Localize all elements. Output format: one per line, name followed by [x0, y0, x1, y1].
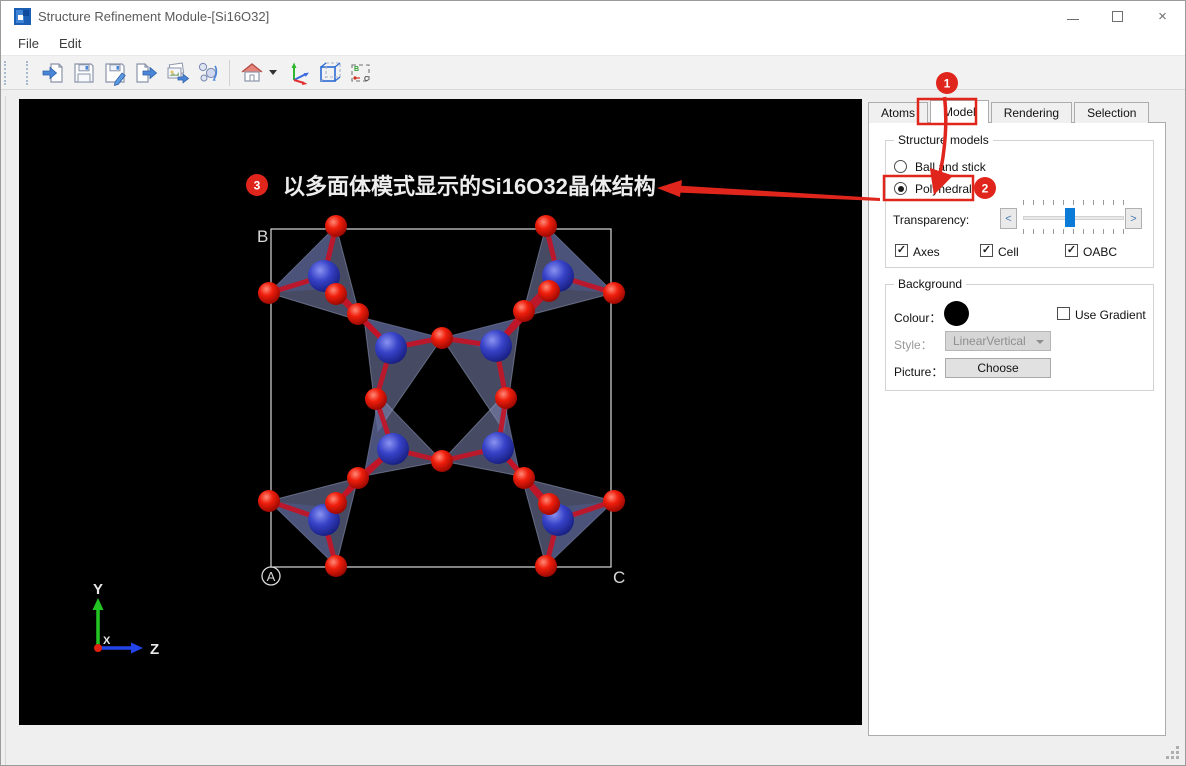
save-icon — [71, 60, 97, 86]
app-logo-icon — [14, 8, 31, 25]
molecule-icon — [195, 60, 221, 86]
radio-polyhedral[interactable] — [894, 182, 907, 195]
home-icon — [239, 60, 265, 86]
home-view-button[interactable] — [236, 58, 267, 88]
axes-checkbox-label[interactable]: Axes — [913, 245, 940, 259]
app-window: Structure Refinement Module-[Si16O32] × … — [0, 0, 1186, 766]
maximize-button[interactable] — [1095, 1, 1140, 31]
window-title: Structure Refinement Module-[Si16O32] — [38, 9, 269, 24]
minimize-icon — [1067, 19, 1079, 20]
save-as-icon — [102, 60, 128, 86]
panel-tab-bar: Atoms Model Rendering Selection — [868, 101, 1151, 123]
resize-grip[interactable] — [1165, 745, 1180, 760]
cell-icon — [317, 60, 343, 86]
colour-swatch[interactable] — [944, 301, 969, 326]
toolbar-gripper-2[interactable] — [26, 61, 31, 85]
export-icon — [133, 60, 159, 86]
ball-and-stick-label[interactable]: Ball and stick — [915, 160, 986, 174]
toolbar-gripper[interactable] — [4, 61, 9, 85]
maximize-icon — [1112, 11, 1123, 22]
slider-ticks-bottom — [1023, 229, 1124, 234]
use-gradient-label[interactable]: Use Gradient — [1075, 308, 1146, 322]
slider-increase-button[interactable]: > — [1125, 208, 1142, 229]
export-image-button[interactable] — [161, 58, 192, 88]
model-tab-page: Structure models Ball and stick Polyhedr… — [868, 122, 1166, 736]
cell-checkbox[interactable]: ✓ — [980, 244, 993, 257]
use-gradient-checkbox[interactable] — [1057, 307, 1070, 320]
svg-text:C: C — [364, 76, 369, 83]
background-title: Background — [894, 277, 966, 291]
x-axis-label: X — [103, 635, 111, 647]
title-bar: Structure Refinement Module-[Si16O32] × — [1, 1, 1185, 31]
transparency-slider-thumb[interactable] — [1065, 208, 1075, 227]
structure-models-group: Structure models Ball and stick Polyhedr… — [885, 140, 1154, 268]
choose-button[interactable]: Choose — [945, 358, 1051, 378]
style-label: Style： — [894, 336, 933, 353]
import-button[interactable] — [37, 58, 68, 88]
oabc-checkbox-label[interactable]: OABC — [1083, 245, 1117, 259]
menu-file[interactable]: File — [8, 36, 49, 51]
export-button[interactable] — [130, 58, 161, 88]
z-axis-label: Z — [150, 641, 159, 658]
tab-atoms[interactable]: Atoms — [868, 102, 928, 123]
toolbar: B C — [1, 56, 1185, 90]
axes-checkbox[interactable]: ✓ — [895, 244, 908, 257]
home-dropdown-caret[interactable] — [269, 70, 277, 75]
axes-icon — [286, 60, 312, 86]
y-axis-label: Y — [93, 581, 103, 598]
minimize-button[interactable] — [1050, 1, 1095, 31]
axis-triad: Y Z X — [93, 581, 160, 658]
z-axis-arrow — [131, 643, 143, 654]
save-as-button[interactable] — [99, 58, 130, 88]
crystal-structure — [258, 215, 625, 577]
axes-toggle-button[interactable] — [283, 58, 314, 88]
style-dropdown-value: LinearVertical — [953, 334, 1026, 348]
crystal-structure-canvas[interactable]: B A C Y Z X — [19, 99, 862, 725]
dropdown-caret-icon — [1036, 340, 1044, 344]
menu-edit[interactable]: Edit — [49, 36, 91, 51]
cell-toggle-button[interactable] — [314, 58, 345, 88]
transparency-label: Transparency: — [893, 213, 969, 227]
x-axis-dot — [94, 644, 102, 652]
svg-text:B: B — [354, 66, 359, 73]
menu-bar: File Edit — [1, 31, 1185, 56]
oabc-checkbox[interactable]: ✓ — [1065, 244, 1078, 257]
cell-checkbox-label[interactable]: Cell — [998, 245, 1019, 259]
tab-model[interactable]: Model — [930, 100, 989, 123]
toolbar-separator — [229, 60, 230, 86]
panel-splitter-line — [5, 96, 6, 765]
colour-label: Colour： — [894, 309, 941, 326]
tab-rendering[interactable]: Rendering — [991, 102, 1072, 123]
slider-decrease-button[interactable]: < — [1000, 208, 1017, 229]
save-button[interactable] — [68, 58, 99, 88]
cell-label-c: C — [613, 568, 625, 587]
close-icon: × — [1158, 8, 1167, 25]
oabc-icon: B C — [348, 60, 374, 86]
y-axis-arrow — [93, 598, 104, 610]
oabc-toggle-button[interactable]: B C — [345, 58, 376, 88]
tab-selection[interactable]: Selection — [1074, 102, 1149, 123]
slider-ticks-top — [1023, 200, 1124, 205]
close-button[interactable]: × — [1140, 1, 1185, 31]
polyhedral-label[interactable]: Polyhedral — [915, 182, 972, 196]
structure-models-title: Structure models — [894, 133, 993, 147]
cell-label-b: B — [257, 227, 268, 246]
radio-ball-and-stick[interactable] — [894, 160, 907, 173]
structure-viewport[interactable]: B A C Y Z X — [19, 99, 862, 725]
background-group: Background Colour： Use Gradient Style： L… — [885, 284, 1154, 391]
picture-label: Picture： — [894, 363, 943, 380]
import-icon — [40, 60, 66, 86]
cell-label-a: A — [267, 569, 276, 584]
molecule-button[interactable] — [192, 58, 223, 88]
style-dropdown[interactable]: LinearVertical — [945, 331, 1051, 351]
export-image-icon — [164, 60, 190, 86]
